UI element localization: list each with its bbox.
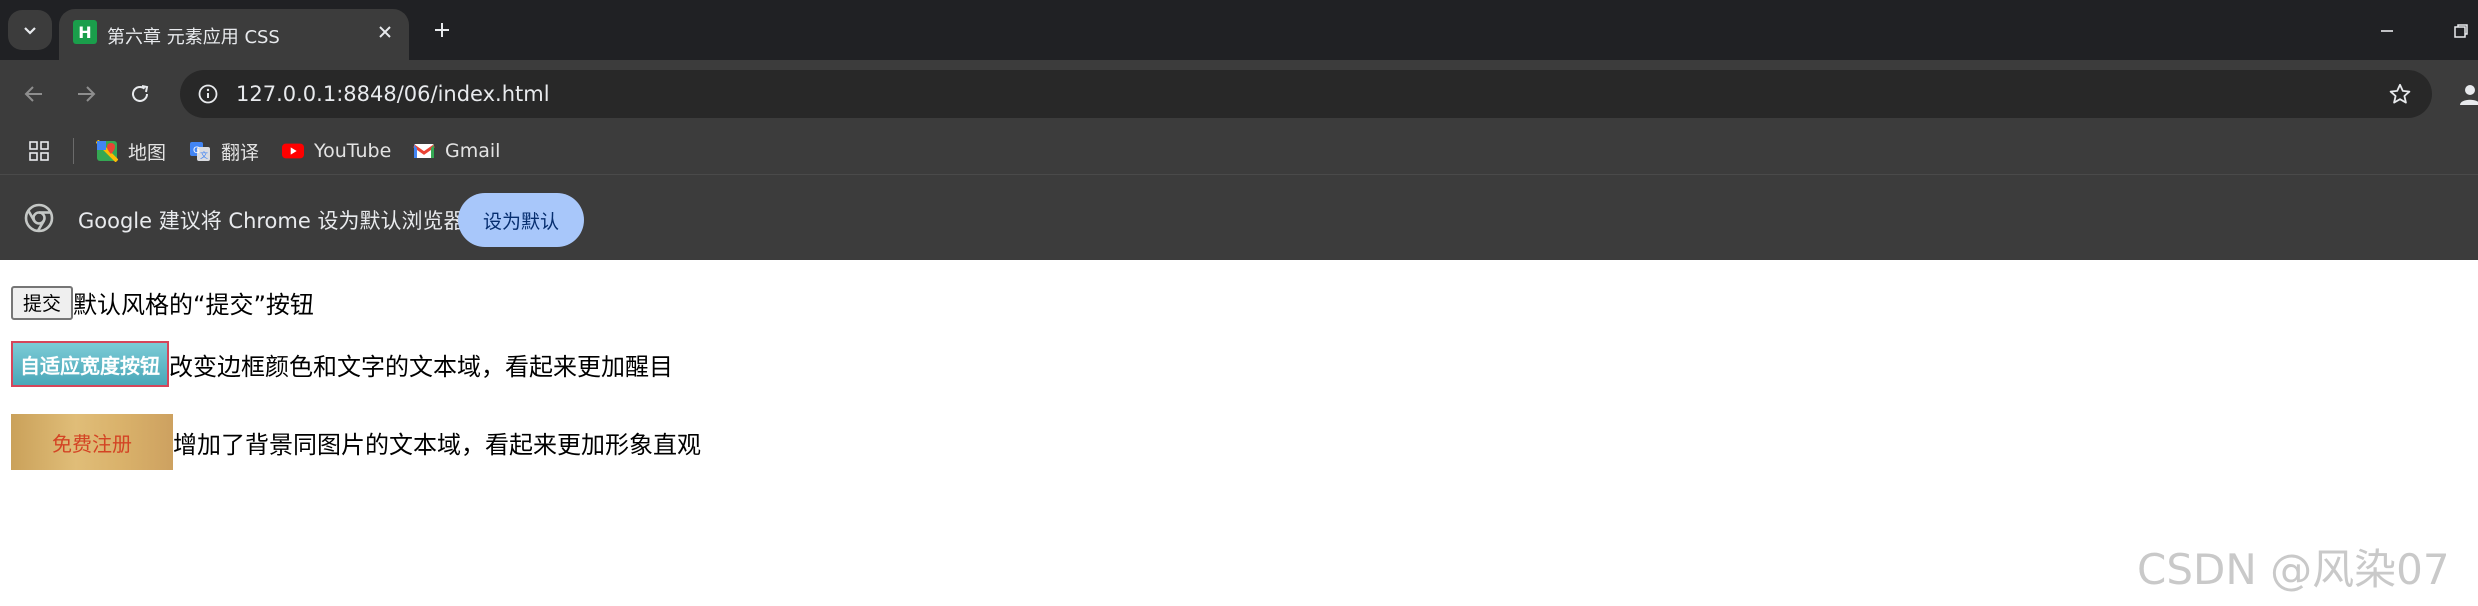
bookmark-label: Gmail	[445, 140, 501, 162]
apps-grid-icon	[29, 141, 49, 161]
html-file-icon: H	[73, 20, 97, 44]
back-button[interactable]	[16, 76, 52, 112]
arrow-left-icon	[24, 86, 42, 102]
bookmark-star-button[interactable]	[2386, 80, 2414, 108]
register-button[interactable]: 免费注册	[11, 414, 173, 470]
reload-button[interactable]	[122, 76, 158, 112]
url-text[interactable]: 127.0.0.1:8848/06/index.html	[236, 82, 550, 106]
svg-text:G: G	[193, 146, 200, 156]
maps-icon	[96, 140, 118, 162]
default-browser-infobar: Google 建议将 Chrome 设为默认浏览器 设为默认	[0, 174, 2478, 261]
close-icon	[379, 26, 391, 38]
address-bar[interactable]: 127.0.0.1:8848/06/index.html	[180, 70, 2432, 118]
profile-button[interactable]	[2452, 76, 2478, 112]
gmail-icon	[413, 140, 435, 162]
auto-width-row: 自适应宽度按钮 改变边框颜色和文字的文本域，看起来更加醒目	[11, 341, 673, 387]
bookmark-gmail[interactable]: Gmail	[413, 136, 500, 166]
register-description: 增加了背景同图片的文本域，看起来更加形象直观	[173, 430, 701, 459]
tab-strip: H 第六章 元素应用 CSS	[0, 0, 2478, 60]
bookmark-label: 地图	[128, 141, 167, 164]
svg-text:文: 文	[200, 150, 208, 160]
translate-icon: G 文	[189, 140, 211, 162]
youtube-icon	[282, 140, 304, 162]
browser-toolbar: 127.0.0.1:8848/06/index.html	[0, 60, 2478, 128]
page-content: 提交 默认风格的“提交”按钮 自适应宽度按钮 改变边框颜色和文字的文本域，看起来…	[0, 260, 2478, 606]
restore-button[interactable]	[2446, 16, 2476, 46]
bookmark-translate[interactable]: G 文 翻译	[189, 136, 259, 166]
chrome-logo-icon	[24, 203, 54, 233]
reload-icon	[132, 85, 149, 102]
bookmark-maps[interactable]: 地图	[96, 136, 166, 166]
minimize-icon	[2381, 30, 2393, 32]
apps-button[interactable]	[26, 138, 52, 164]
auto-width-description: 改变边框颜色和文字的文本域，看起来更加醒目	[169, 352, 673, 381]
forward-button[interactable]	[68, 76, 104, 112]
tab-close-button[interactable]	[373, 20, 397, 44]
tab-search-button[interactable]	[8, 10, 52, 50]
bookmark-youtube[interactable]: YouTube	[282, 136, 391, 166]
minimize-button[interactable]	[2372, 16, 2402, 46]
profile-icon	[2460, 85, 2478, 105]
set-default-button[interactable]: 设为默认	[458, 193, 584, 247]
active-tab[interactable]: H 第六章 元素应用 CSS	[59, 9, 409, 60]
tab-title: 第六章 元素应用 CSS	[107, 27, 280, 48]
register-row: 免费注册 增加了背景同图片的文本域，看起来更加形象直观	[11, 414, 701, 470]
new-tab-button[interactable]	[424, 12, 460, 48]
infobar-message: Google 建议将 Chrome 设为默认浏览器	[78, 209, 465, 233]
submit-button[interactable]: 提交	[11, 285, 74, 320]
star-icon	[2389, 83, 2411, 104]
restore-icon	[2454, 24, 2468, 38]
bookmarks-bar: 地图 G 文 翻译 YouTube Gmail	[0, 128, 2478, 174]
csdn-watermark: CSDN @风染07	[2137, 545, 2450, 594]
bookmarks-separator	[73, 138, 74, 164]
arrow-right-icon	[78, 86, 96, 102]
plus-icon	[435, 23, 449, 37]
chevron-down-icon	[24, 27, 36, 35]
bookmark-label: YouTube	[314, 140, 392, 162]
default-submit-row: 提交 默认风格的“提交”按钮	[11, 285, 314, 320]
bookmark-label: 翻译	[221, 141, 260, 164]
auto-width-button[interactable]: 自适应宽度按钮	[11, 341, 169, 387]
info-icon	[198, 84, 218, 104]
submit-description: 默认风格的“提交”按钮	[73, 291, 314, 319]
site-info-button[interactable]	[192, 78, 224, 110]
